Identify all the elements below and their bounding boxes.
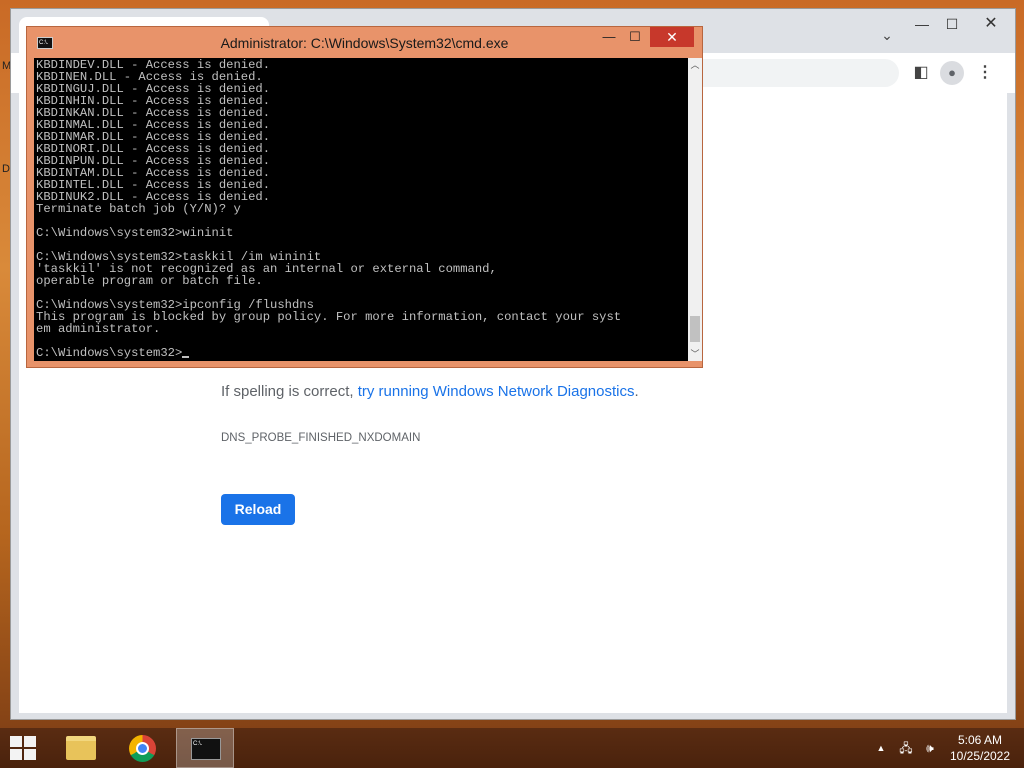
- cmd-icon: C:\.: [191, 738, 221, 760]
- clock-date: 10/25/2022: [949, 749, 1011, 763]
- spelling-hint: If spelling is correct, try running Wind…: [221, 383, 639, 400]
- console-line: C:\Windows\system32>wininit: [36, 226, 234, 240]
- scrollbar-thumb[interactable]: [690, 316, 700, 342]
- scroll-down-icon[interactable]: ﹀: [688, 347, 702, 361]
- console-scrollbar[interactable]: ︿ ﹀: [688, 58, 702, 361]
- kebab-menu-icon[interactable]: ⋮: [973, 61, 997, 85]
- volume-icon[interactable]: 🕪: [920, 728, 940, 768]
- console-line: C:\Windows\system32>: [36, 347, 621, 359]
- scroll-up-icon[interactable]: ︿: [688, 58, 702, 72]
- windows-logo-pane: [24, 736, 36, 747]
- close-button[interactable]: ✕: [969, 13, 1013, 35]
- taskbar-file-explorer[interactable]: [52, 728, 110, 768]
- taskbar-chrome[interactable]: [114, 728, 172, 768]
- error-code: DNS_PROBE_FINISHED_NXDOMAIN: [221, 432, 421, 444]
- spelling-prefix: If spelling is correct,: [221, 383, 358, 400]
- cmd-close-button[interactable]: ✕: [650, 27, 694, 47]
- console-text: KBDINDEV.DLL - Access is denied. KBDINEN.…: [36, 59, 621, 359]
- text-cursor: [182, 356, 190, 358]
- console-line: operable program or batch file.: [36, 274, 263, 288]
- cmd-maximize-button[interactable]: ☐: [621, 27, 649, 47]
- spelling-suffix: .: [634, 383, 639, 400]
- cmd-minimize-button[interactable]: —: [595, 27, 623, 47]
- chevron-down-icon[interactable]: ⌄: [877, 25, 897, 45]
- side-panel-icon[interactable]: ◧: [909, 61, 933, 85]
- show-hidden-icons-button[interactable]: ▲: [872, 728, 890, 768]
- minimize-button[interactable]: —: [907, 13, 937, 35]
- windows-logo-pane: [10, 749, 22, 760]
- start-button[interactable]: [10, 736, 38, 762]
- network-icon[interactable]: 🖧: [896, 728, 916, 768]
- system-clock[interactable]: 5:06 AM 10/25/2022: [940, 732, 1020, 764]
- windows-logo-icon: [10, 736, 22, 747]
- cmd-titlebar[interactable]: C:\. Administrator: C:\Windows\System32\…: [27, 27, 702, 58]
- profile-icon[interactable]: ●: [940, 61, 964, 85]
- windows-logo-pane: [24, 749, 36, 760]
- console-output[interactable]: KBDINDEV.DLL - Access is denied. KBDINEN.…: [34, 58, 688, 361]
- console-line: Terminate batch job (Y/N)? y: [36, 202, 241, 216]
- maximize-button[interactable]: ☐: [937, 13, 967, 35]
- network-diagnostics-link[interactable]: try running Windows Network Diagnostics: [358, 383, 635, 400]
- taskbar-command-prompt[interactable]: C:\.: [176, 728, 234, 768]
- folder-icon: [66, 736, 96, 760]
- console-line: em administrator.: [36, 322, 161, 336]
- taskbar: C:\. ▲ 🖧 🕪 5:06 AM 10/25/2022: [0, 728, 1024, 768]
- chrome-icon: [129, 735, 156, 762]
- reload-button[interactable]: Reload: [221, 494, 295, 525]
- clock-time: 5:06 AM: [957, 733, 1003, 747]
- cmd-window: C:\. Administrator: C:\Windows\System32\…: [26, 26, 703, 368]
